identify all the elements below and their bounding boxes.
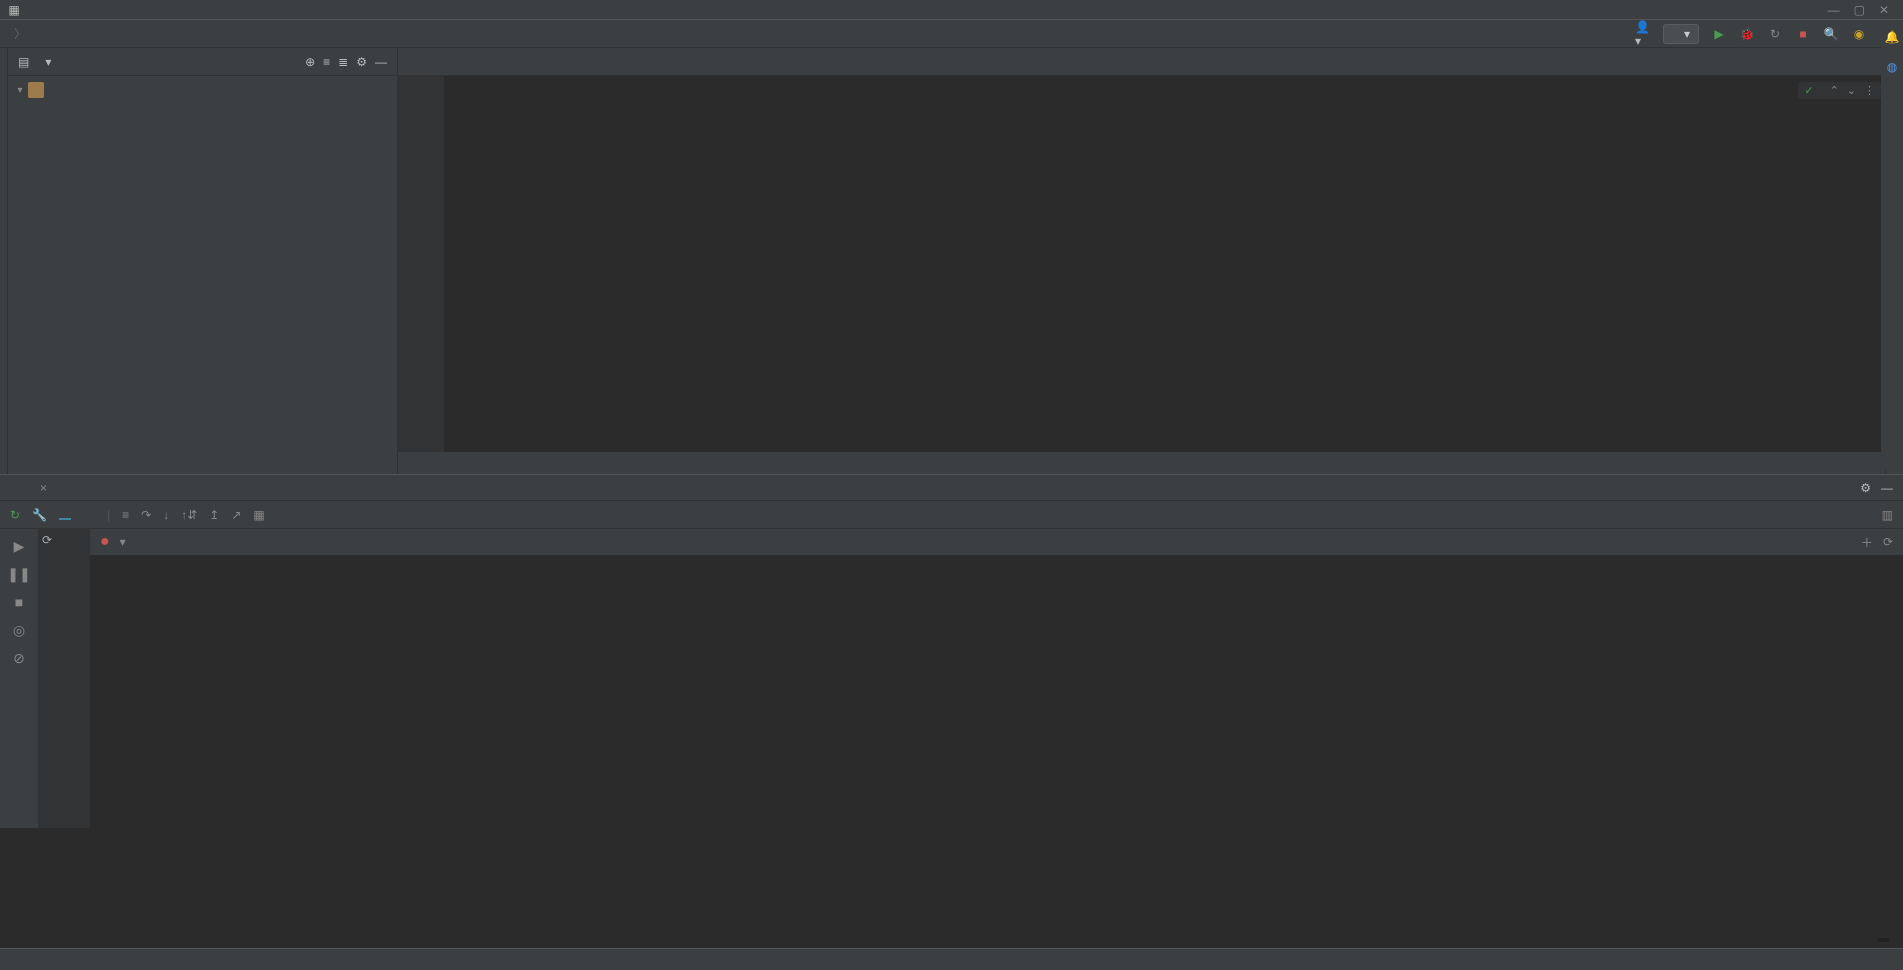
- add-watch-icon[interactable]: ＋: [1861, 534, 1873, 551]
- notifications-icon[interactable]: 🔔: [1885, 30, 1900, 44]
- chevron-down-icon[interactable]: ▾: [120, 535, 126, 549]
- navigation-bar: 〉 👤▾ ▾ ▶ 🐞 ↻ ■ 🔍 ◉ ▸: [0, 20, 1903, 48]
- frames-panel[interactable]: ⟳: [38, 529, 90, 828]
- right-toolbar: 🔔 ◍: [1881, 20, 1903, 470]
- chevron-right-icon: 〉: [14, 25, 26, 42]
- project-root[interactable]: ▾: [8, 80, 397, 100]
- select-opened-file-icon[interactable]: ⊕: [305, 55, 315, 69]
- folder-icon: [28, 82, 44, 98]
- stop-icon[interactable]: ■: [10, 593, 28, 611]
- run-config-combo[interactable]: ▾: [1663, 24, 1699, 44]
- editor-tabs: [398, 48, 1885, 76]
- collapse-all-icon[interactable]: ≣: [338, 55, 348, 69]
- run-to-cursor-icon[interactable]: ↥: [209, 508, 219, 522]
- chevron-down-icon[interactable]: ▾: [45, 55, 51, 69]
- left-gutter-project-tab[interactable]: [0, 48, 8, 474]
- modify-run-icon[interactable]: 🔧: [32, 508, 47, 522]
- gear-icon[interactable]: ⚙: [1860, 481, 1871, 495]
- tab-console[interactable]: [83, 511, 95, 519]
- project-tool-window: ▤ ▾ ⊕ ≡ ≣ ⚙ — ▾: [8, 48, 398, 474]
- minimize-button[interactable]: —: [1828, 3, 1840, 17]
- close-tab-icon[interactable]: ×: [40, 481, 47, 495]
- check-icon: ✓: [1804, 84, 1813, 97]
- step-out-icon[interactable]: ↑⇵: [181, 508, 197, 522]
- settings-icon[interactable]: ⚙: [356, 55, 367, 69]
- more-icon[interactable]: ⋮: [1864, 84, 1875, 97]
- menu-bar: ▦ — ▢ ✕: [0, 0, 1903, 20]
- watermark: [1877, 938, 1889, 942]
- layout-icon[interactable]: ▥: [1882, 508, 1893, 522]
- chevron-up-icon[interactable]: ⌃: [1830, 84, 1839, 97]
- chevron-down-icon[interactable]: ⌄: [1847, 84, 1856, 97]
- user-icon[interactable]: 👤▾: [1635, 26, 1651, 42]
- close-button[interactable]: ✕: [1879, 3, 1889, 17]
- evaluate-icon[interactable]: ↗: [231, 508, 241, 522]
- restore-layout-icon[interactable]: ⟳: [42, 533, 52, 547]
- expand-all-icon[interactable]: ≡: [323, 55, 330, 69]
- pause-icon[interactable]: ❚❚: [10, 565, 28, 583]
- debug-tabs-bar: ↻ 🔧 | ≡ ↷ ↓ ↑⇵ ↥ ↗ ▦ ▥: [0, 500, 1903, 528]
- maximize-button[interactable]: ▢: [1854, 3, 1865, 17]
- mute-breakpoints-icon[interactable]: ⊘: [10, 649, 28, 667]
- code-area[interactable]: [444, 76, 1885, 452]
- status-bar: [0, 948, 1903, 970]
- step-into-icon[interactable]: ↷: [141, 508, 151, 522]
- line-gutter[interactable]: [398, 76, 444, 452]
- run-coverage-button[interactable]: ↻: [1767, 26, 1783, 42]
- resume-icon[interactable]: ▶: [10, 537, 28, 555]
- view-breakpoints-icon[interactable]: ◎: [10, 621, 28, 639]
- debug-side-toolbar: ▶ ❚❚ ■ ◎ ⊘: [0, 529, 38, 828]
- project-tree[interactable]: ▾: [8, 76, 397, 474]
- debug-toolwindow-header: × ⚙ —: [0, 474, 1903, 500]
- step-over-icon[interactable]: ≡: [122, 508, 129, 522]
- remove-watch-icon[interactable]: ⟳: [1883, 535, 1893, 549]
- wechat-icon[interactable]: ◍: [1887, 60, 1897, 74]
- inspection-widget[interactable]: ✓ ⌃ ⌄ ⋮: [1798, 82, 1881, 99]
- editor-pane: ✓ ⌃ ⌄ ⋮: [398, 48, 1885, 474]
- tab-debugger[interactable]: [59, 510, 71, 520]
- calculator-icon[interactable]: ▦: [253, 508, 264, 522]
- rerun-icon[interactable]: ↻: [10, 508, 20, 522]
- project-combo-icon: ▤: [18, 55, 29, 69]
- variables-panel: ● ▾ ＋ ⟳: [90, 529, 1903, 828]
- breakpoint-icon[interactable]: ●: [100, 533, 110, 551]
- run-button[interactable]: ▶: [1711, 26, 1727, 42]
- hide-icon[interactable]: —: [375, 55, 387, 69]
- debug-button[interactable]: 🐞: [1739, 26, 1755, 42]
- ide-update-icon[interactable]: ◉: [1851, 26, 1867, 42]
- hide-icon[interactable]: —: [1881, 481, 1893, 495]
- chevron-down-icon: ▾: [1684, 27, 1690, 41]
- variables-tree[interactable]: [90, 555, 1903, 828]
- app-icon: ▦: [6, 2, 22, 18]
- search-button[interactable]: 🔍: [1823, 26, 1839, 42]
- stop-button[interactable]: ■: [1795, 26, 1811, 42]
- step-into-my-icon[interactable]: ↓: [163, 508, 169, 522]
